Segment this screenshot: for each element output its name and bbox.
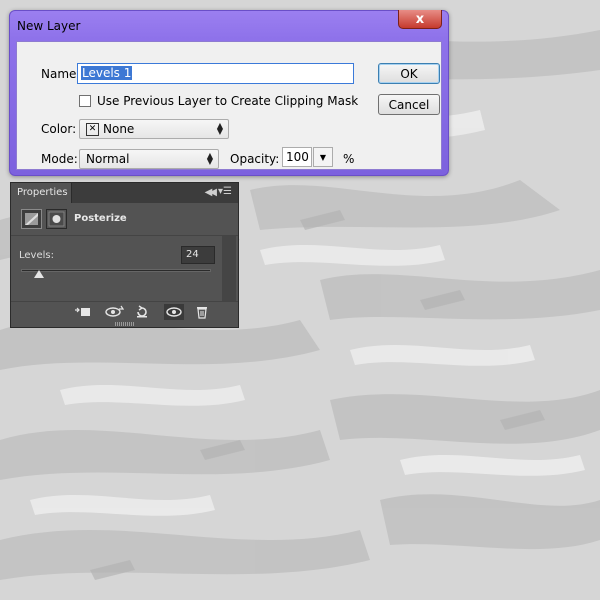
color-label: Color: — [41, 122, 77, 136]
new-layer-dialog: New Layer x Name: Levels 1 OK Cancel Use… — [9, 10, 449, 176]
opacity-input[interactable]: 100 — [282, 147, 312, 167]
select-arrows-icon: ▲ ▼ — [206, 151, 213, 166]
cancel-button[interactable]: Cancel — [378, 94, 440, 115]
mode-label: Mode: — [41, 152, 78, 166]
mode-select-value: Normal — [86, 152, 130, 166]
panel-resize-grip[interactable] — [115, 322, 135, 326]
close-button[interactable]: x — [398, 10, 442, 29]
opacity-input-value: 100 — [286, 150, 309, 164]
tab-properties[interactable]: Properties — [11, 183, 72, 203]
opacity-unit: % — [343, 152, 355, 166]
clipping-mask-checkbox[interactable] — [79, 95, 91, 107]
levels-input-value: 24 — [186, 249, 199, 260]
levels-input[interactable]: 24 — [181, 246, 215, 264]
color-select-value: None — [103, 122, 135, 136]
name-input-value: Levels 1 — [81, 66, 133, 80]
mode-select[interactable]: Normal ▲ ▼ — [79, 149, 219, 169]
collapse-panel-icon[interactable]: ◀◀ — [205, 187, 218, 198]
panel-header: Properties ◀◀ ▾☰ — [11, 183, 238, 203]
clipping-mask-label: Use Previous Layer to Create Clipping Ma… — [97, 94, 359, 108]
adjustment-header: Posterize — [11, 203, 238, 236]
close-icon: x — [415, 11, 425, 27]
trash-icon[interactable] — [192, 304, 212, 320]
name-input[interactable]: Levels 1 — [77, 63, 354, 84]
adjustment-title: Posterize — [74, 213, 127, 224]
ok-button-label: OK — [400, 66, 418, 81]
posterize-adjustment-icon[interactable] — [21, 209, 42, 229]
chevron-down-icon: ▼ — [319, 152, 327, 162]
panel-scrollbar[interactable] — [222, 236, 236, 303]
ok-button[interactable]: OK — [378, 63, 440, 84]
opacity-dropdown-button[interactable]: ▼ — [313, 147, 333, 167]
opacity-label: Opacity: — [230, 152, 280, 166]
view-previous-state-icon[interactable] — [104, 304, 124, 320]
reset-icon[interactable] — [132, 304, 152, 320]
cancel-button-label: Cancel — [388, 97, 430, 112]
panel-menu-icon[interactable]: ▾☰ — [218, 186, 232, 197]
dialog-title: New Layer — [17, 19, 81, 33]
levels-slider-thumb[interactable] — [34, 270, 44, 278]
dialog-body: Name: Levels 1 OK Cancel Use Previous La… — [16, 41, 442, 170]
eye-icon[interactable] — [164, 304, 184, 320]
color-select[interactable]: ✕ None ▲ ▼ — [79, 119, 229, 139]
select-arrows-icon: ▲ ▼ — [216, 121, 223, 136]
levels-slider-track[interactable] — [21, 269, 211, 272]
clip-to-layer-icon[interactable] — [73, 304, 93, 320]
none-color-icon: ✕ — [86, 122, 99, 136]
levels-label: Levels: — [19, 250, 54, 261]
name-label: Name: — [41, 67, 81, 81]
layer-mask-icon[interactable] — [46, 209, 67, 229]
properties-panel: Properties ◀◀ ▾☰ Posterize Levels: 24 — [10, 182, 239, 328]
panel-footer — [11, 301, 238, 322]
